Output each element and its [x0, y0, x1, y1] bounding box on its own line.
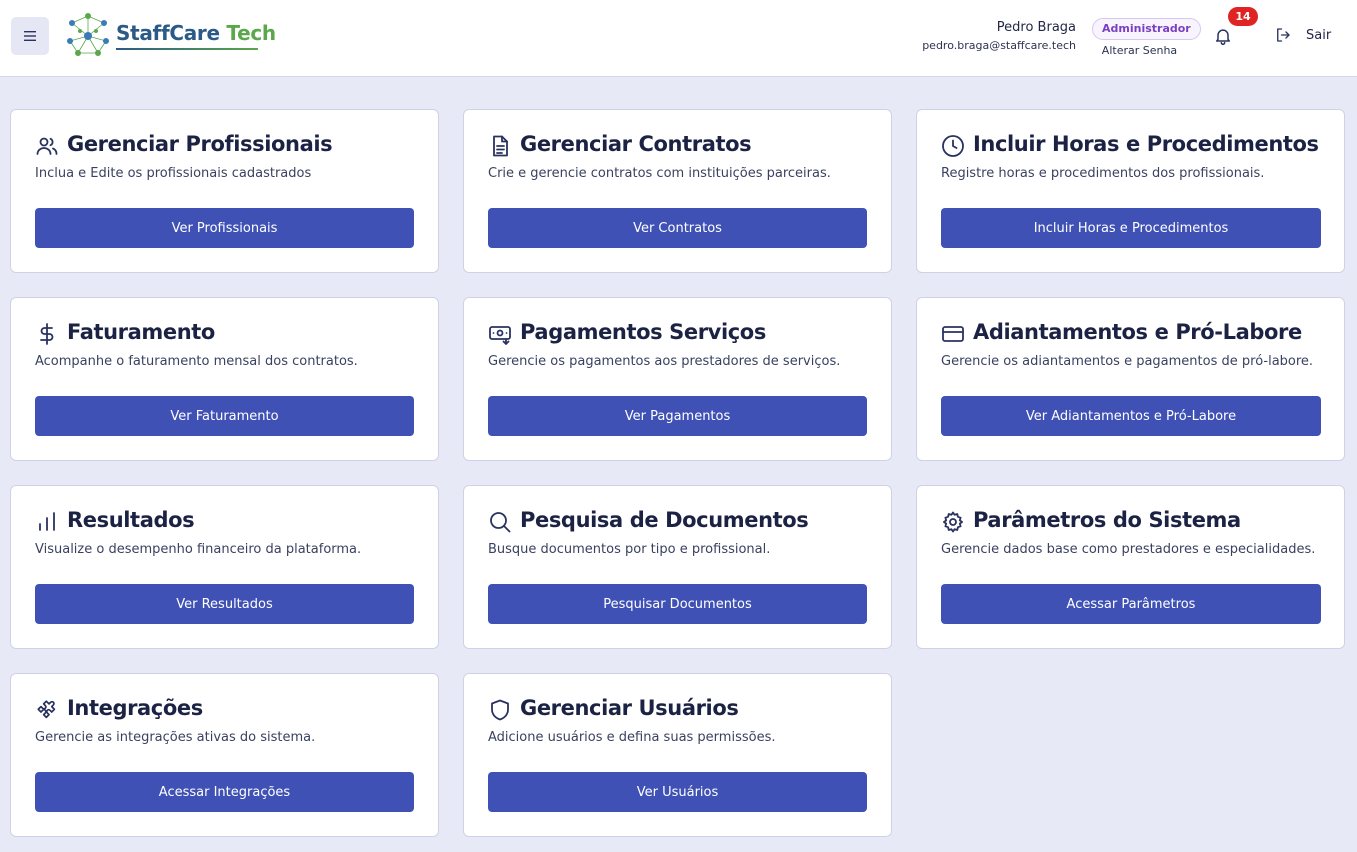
dollar-icon: [40, 323, 54, 345]
card-integracoes: Integrações Gerencie as integrações ativ…: [10, 673, 439, 837]
hamburger-icon: [24, 31, 36, 41]
card-resultados: Resultados Visualize o desempenho financ…: [10, 485, 439, 649]
card-title: Adiantamentos e Pró-Labore: [973, 320, 1302, 344]
bell-icon: [1216, 29, 1230, 46]
role-badge: Administrador: [1092, 18, 1201, 40]
menu-toggle-button[interactable]: [11, 17, 49, 55]
card-title: Gerenciar Profissionais: [67, 132, 333, 156]
card-title: Faturamento: [67, 320, 215, 344]
credit-card-icon: [942, 326, 964, 342]
card-description: Gerencie dados base como prestadores e e…: [941, 542, 1316, 557]
logout-icon: [1277, 28, 1290, 42]
card-gerenciar-contratos: Gerenciar Contratos Crie e gerencie cont…: [463, 109, 892, 273]
card-description: Inclua e Edite os profissionais cadastra…: [35, 166, 312, 181]
ver-resultados-button[interactable]: Ver Resultados: [35, 584, 414, 624]
incluir-horas-button[interactable]: Incluir Horas e Procedimentos: [941, 208, 1321, 248]
puzzle-icon: [37, 700, 56, 719]
network-logo-icon: [67, 13, 109, 56]
card-description: Visualize o desempenho financeiro da pla…: [35, 542, 362, 557]
acessar-integracoes-button[interactable]: Acessar Integrações: [35, 772, 414, 812]
ver-pagamentos-button[interactable]: Ver Pagamentos: [488, 396, 867, 436]
card-title: Incluir Horas e Procedimentos: [973, 132, 1319, 156]
user-info: Pedro Braga pedro.braga@staffcare.tech: [922, 19, 1076, 55]
card-description: Acompanhe o faturamento mensal dos contr…: [35, 354, 358, 369]
change-password-link[interactable]: Alterar Senha: [1092, 44, 1187, 57]
card-title: Gerenciar Usuários: [520, 696, 739, 720]
role-section: Administrador Alterar Senha: [1092, 17, 1201, 57]
users-icon: [36, 137, 58, 155]
bar-chart-icon: [39, 512, 55, 531]
clock-icon: [942, 135, 964, 157]
card-parametros-sistema: Parâmetros do Sistema Gerencie dados bas…: [916, 485, 1345, 649]
ver-contratos-button[interactable]: Ver Contratos: [488, 208, 867, 248]
card-faturamento: Faturamento Acompanhe o faturamento mens…: [10, 297, 439, 461]
card-title: Pesquisa de Documentos: [520, 508, 809, 532]
acessar-parametros-button[interactable]: Acessar Parâmetros: [941, 584, 1321, 624]
user-email: pedro.braga@staffcare.tech: [922, 39, 1076, 52]
card-adiantamentos: Adiantamentos e Pró-Labore Gerencie os a…: [916, 297, 1345, 461]
ver-usuarios-button[interactable]: Ver Usuários: [488, 772, 867, 812]
card-description: Gerencie os adiantamentos e pagamentos d…: [941, 354, 1314, 369]
ver-adiantamentos-button[interactable]: Ver Adiantamentos e Pró-Labore: [941, 396, 1321, 436]
card-description: Crie e gerencie contratos com instituiçõ…: [488, 166, 831, 181]
brand-logo[interactable]: StaffCare Tech: [64, 11, 276, 63]
card-description: Gerencie os pagamentos aos prestadores d…: [488, 354, 841, 369]
pesquisar-documentos-button[interactable]: Pesquisar Documentos: [488, 584, 867, 624]
top-bar: StaffCare Tech Pedro Braga pedro.braga@s…: [0, 0, 1357, 77]
document-icon: [493, 135, 508, 157]
search-icon: [490, 512, 511, 533]
shield-icon: [491, 699, 509, 721]
card-title: Pagamentos Serviços: [520, 320, 766, 344]
card-incluir-horas: Incluir Horas e Procedimentos Registre h…: [916, 109, 1345, 273]
logout-label: Sair: [1306, 27, 1332, 43]
ver-faturamento-button[interactable]: Ver Faturamento: [35, 396, 414, 436]
card-description: Busque documentos por tipo e profissiona…: [488, 542, 771, 557]
brand-name-part1: StaffCare: [116, 21, 220, 45]
brand-underline: [116, 48, 258, 50]
notifications-button[interactable]: [1213, 26, 1233, 46]
card-title: Gerenciar Contratos: [520, 132, 752, 156]
card-gerenciar-usuarios: Gerenciar Usuários Adicione usuários e d…: [463, 673, 892, 837]
gear-icon: [943, 511, 963, 533]
card-description: Gerencie as integrações ativas do sistem…: [35, 730, 316, 745]
ver-profissionais-button[interactable]: Ver Profissionais: [35, 208, 414, 248]
card-gerenciar-profissionais: Gerenciar Profissionais Inclua e Edite o…: [10, 109, 439, 273]
notification-count-badge: 14: [1228, 7, 1258, 26]
card-description: Adicione usuários e defina suas permissõ…: [488, 730, 776, 745]
user-name: Pedro Braga: [996, 20, 1076, 35]
logout-button[interactable]: Sair: [1274, 26, 1331, 44]
card-title: Integrações: [67, 696, 203, 720]
payment-icon: [489, 326, 511, 345]
card-title: Resultados: [67, 508, 195, 532]
brand-name-part2: Tech: [219, 21, 276, 45]
brand-name: StaffCare Tech: [116, 21, 276, 45]
card-title: Parâmetros do Sistema: [973, 508, 1241, 532]
card-pagamentos-servicos: Pagamentos Serviços Gerencie os pagament…: [463, 297, 892, 461]
card-description: Registre horas e procedimentos dos profi…: [941, 166, 1265, 181]
card-pesquisa-documentos: Pesquisa de Documentos Busque documentos…: [463, 485, 892, 649]
